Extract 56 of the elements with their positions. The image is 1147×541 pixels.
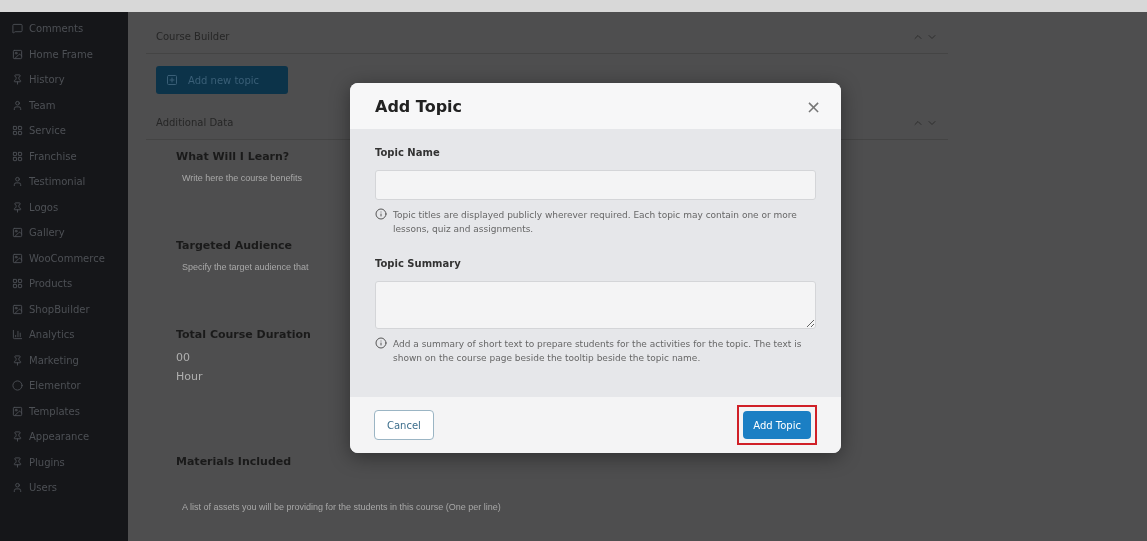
grid-icon [12,278,23,290]
field-placeholder[interactable]: Write here the course benefits [176,173,302,183]
sidebar-item[interactable]: Comments [0,16,128,42]
cancel-button[interactable]: Cancel [374,410,434,440]
person-icon [12,176,23,188]
picture-icon [12,48,23,60]
comment-icon [12,23,23,35]
person-icon [12,99,23,111]
sidebar-item[interactable]: ShopBuilder [0,296,128,322]
field-placeholder[interactable]: Specify the target audience that [176,262,309,272]
sidebar-item[interactable]: History [0,67,128,93]
grid-icon [12,125,23,137]
pin-icon [12,74,23,86]
field-placeholder[interactable]: A list of assets you will be providing for the students in this course (One per line) [176,502,501,512]
person-icon [12,482,23,494]
add-topic-submit-button[interactable]: Add Topic [743,411,811,439]
sidebar-item[interactable]: Home Frame [0,41,128,67]
pin-icon [12,456,23,468]
sidebar-item[interactable]: Marketing [0,347,128,373]
sidebar-item[interactable]: Templates [0,398,128,424]
picture-icon [12,227,23,239]
sidebar-item[interactable]: WooCommerce [0,245,128,271]
sidebar-item[interactable]: Gallery [0,220,128,246]
summary-field[interactable] [375,281,816,329]
sidebar-item[interactable]: Logos [0,194,128,220]
picture-icon [12,252,23,264]
sidebar-item[interactable]: Products [0,271,128,297]
sidebar-item[interactable]: Testimonial [0,169,128,195]
topic-name-field[interactable] [375,170,816,200]
sidebar-item[interactable]: Service [0,118,128,144]
sidebar-item[interactable]: Franchise [0,143,128,169]
field-hint: Add a summary of short text to prepare students for the activities for the topic. The text is shown on the course page beside the tooltip beside the topic name. [393,338,803,365]
hour-unit: Hour [176,370,203,383]
sidebar-item[interactable]: Users [0,475,128,501]
sidebar-item[interactable]: Elementor [0,373,128,399]
hour-value[interactable]: 00 [176,351,190,364]
sidebar-item[interactable]: Appearance [0,424,128,450]
sidebar-item[interactable]: Team [0,92,128,118]
info-icon [375,337,387,349]
field-hint: Topic titles are displayed publicly wherever required. Each topic may contain one or more lessons, quiz and assignments. [393,209,798,236]
info-icon [375,208,387,220]
sidebar-item[interactable]: Plugins [0,449,128,475]
pin-icon [12,201,23,213]
circle-icon [12,380,23,392]
dialog-title: Add Topic [375,96,463,116]
field-label: Topic Name [375,147,441,158]
pin-icon [12,431,23,443]
close-button[interactable]: × [799,94,827,118]
pin-icon [12,354,23,366]
field-label: Topic Summary [375,258,462,269]
bar-chart-icon [12,329,23,341]
picture-icon [12,405,23,417]
grid-icon [12,150,23,162]
plus-icon [166,74,178,86]
sidebar-item[interactable]: Analytics [0,322,128,348]
picture-icon [12,303,23,315]
